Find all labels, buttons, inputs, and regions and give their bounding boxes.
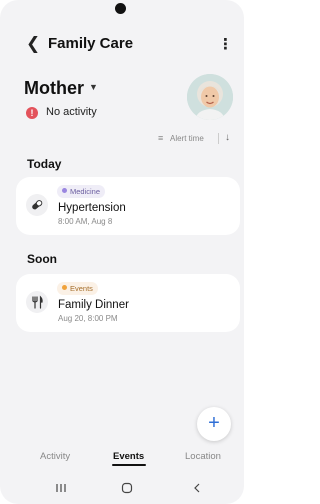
more-vertical-icon[interactable]: ⋮ xyxy=(218,35,233,53)
list-item[interactable]: Medicine Hypertension 8:00 AM, Aug 8 xyxy=(16,177,240,235)
item-subtitle: 8:00 AM, Aug 8 xyxy=(58,217,113,226)
phone-screen: ❮ Family Care ⋮ Mother ▼ ! No activity ≡… xyxy=(0,0,244,504)
elderly-woman-avatar[interactable] xyxy=(187,74,233,120)
category-chip: Medicine xyxy=(57,185,106,198)
status-text: No activity xyxy=(46,106,97,118)
sort-divider xyxy=(218,133,219,144)
alert-icon: ! xyxy=(26,107,38,119)
section-title-soon: Soon xyxy=(27,252,57,266)
tab-events[interactable]: Events xyxy=(113,451,144,462)
bottom-tabs: Activity Events Location xyxy=(0,448,244,468)
home-icon[interactable] xyxy=(121,482,133,497)
item-title: Hypertension xyxy=(58,202,126,214)
sort-label[interactable]: Alert time xyxy=(170,134,204,143)
category-chip: Events xyxy=(57,282,98,295)
tab-location[interactable]: Location xyxy=(185,451,221,462)
active-tab-indicator xyxy=(112,464,146,466)
category-dot xyxy=(62,285,67,290)
system-navigation-bar xyxy=(0,478,244,504)
plus-icon[interactable]: + xyxy=(197,407,231,441)
profile-name[interactable]: Mother xyxy=(24,78,84,99)
pill-icon xyxy=(26,194,48,216)
section-title-today: Today xyxy=(27,157,62,171)
app-bar: ❮ Family Care ⋮ xyxy=(0,30,244,60)
utensils-icon xyxy=(26,291,48,313)
app-title: Family Care xyxy=(48,35,134,52)
item-title: Family Dinner xyxy=(58,299,129,311)
back-icon[interactable] xyxy=(191,482,203,497)
item-subtitle: Aug 20, 8:00 PM xyxy=(58,314,118,323)
chevron-left-icon[interactable]: ❮ xyxy=(26,34,40,54)
caret-down-icon[interactable]: ▼ xyxy=(89,82,98,92)
camera-cutout xyxy=(115,3,126,14)
list-item[interactable]: Events Family Dinner Aug 20, 8:00 PM xyxy=(16,274,240,332)
arrow-down-icon[interactable]: ↓ xyxy=(225,132,230,143)
sort-control[interactable]: ≡ Alert time ↓ xyxy=(158,132,238,145)
recents-icon[interactable] xyxy=(55,482,67,497)
category-label: Events xyxy=(70,284,93,293)
category-dot xyxy=(62,188,67,193)
tab-activity[interactable]: Activity xyxy=(40,451,70,462)
category-label: Medicine xyxy=(70,187,101,196)
sort-lines-icon: ≡ xyxy=(158,133,164,143)
